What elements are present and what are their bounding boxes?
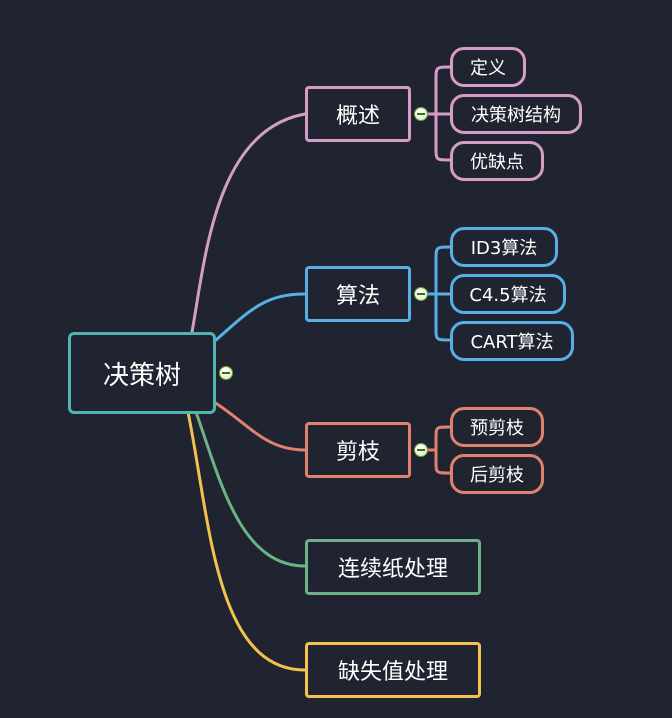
branch-label: 剪枝 bbox=[335, 440, 380, 465]
collapse-toggle-root[interactable] bbox=[219, 366, 233, 380]
branch-label: 缺失值处理 bbox=[337, 660, 448, 685]
root-node[interactable]: 决策树 bbox=[68, 332, 216, 414]
leaf-label: C4.5算法 bbox=[469, 285, 547, 306]
branch-node-missing[interactable]: 缺失值处理 bbox=[305, 642, 481, 698]
leaf-node[interactable]: CART算法 bbox=[450, 321, 574, 361]
link-algorithm-children bbox=[426, 245, 452, 342]
branch-label: 算法 bbox=[335, 284, 380, 309]
link-root-missing bbox=[186, 410, 307, 672]
branch-node-algorithm[interactable]: 算法 bbox=[305, 266, 411, 322]
branch-label: 连续纸处理 bbox=[337, 557, 448, 582]
link-root-overview bbox=[190, 112, 307, 334]
leaf-node[interactable]: C4.5算法 bbox=[450, 274, 566, 314]
leaf-node[interactable]: 定义 bbox=[450, 47, 526, 87]
leaf-label: 定义 bbox=[470, 58, 506, 79]
leaf-label: ID3算法 bbox=[470, 238, 538, 259]
leaf-label: 优缺点 bbox=[470, 152, 524, 173]
collapse-toggle-pruning[interactable] bbox=[414, 443, 428, 457]
link-pruning-children bbox=[426, 425, 452, 475]
link-root-pruning bbox=[212, 400, 307, 452]
leaf-label: 决策树结构 bbox=[471, 105, 561, 126]
link-root-algorithm bbox=[214, 292, 307, 342]
branch-node-pruning[interactable]: 剪枝 bbox=[305, 422, 411, 478]
collapse-toggle-overview[interactable] bbox=[414, 107, 428, 121]
branch-node-continuous[interactable]: 连续纸处理 bbox=[305, 539, 481, 595]
leaf-label: 后剪枝 bbox=[470, 465, 524, 486]
leaf-label: 预剪枝 bbox=[470, 418, 524, 439]
branch-node-overview[interactable]: 概述 bbox=[305, 86, 411, 142]
leaf-node[interactable]: 优缺点 bbox=[450, 141, 544, 181]
collapse-toggle-algorithm[interactable] bbox=[414, 287, 428, 301]
link-overview-children bbox=[426, 65, 452, 162]
root-label: 决策树 bbox=[102, 360, 181, 391]
leaf-node[interactable]: ID3算法 bbox=[450, 227, 558, 267]
leaf-node[interactable]: 决策树结构 bbox=[450, 94, 582, 134]
branch-label: 概述 bbox=[335, 104, 380, 129]
leaf-node[interactable]: 预剪枝 bbox=[450, 407, 544, 447]
leaf-node[interactable]: 后剪枝 bbox=[450, 454, 544, 494]
leaf-label: CART算法 bbox=[470, 332, 554, 353]
